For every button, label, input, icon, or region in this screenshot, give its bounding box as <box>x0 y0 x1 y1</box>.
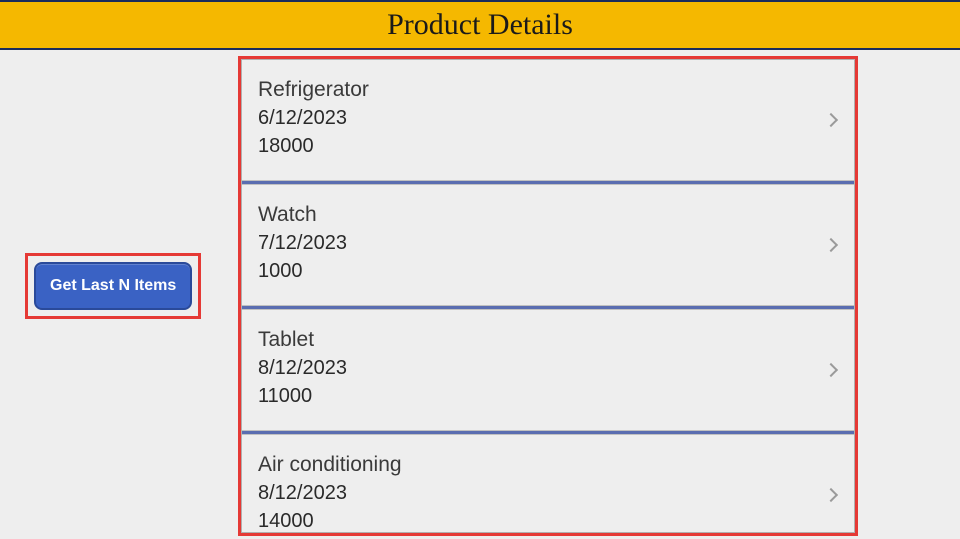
product-price: 11000 <box>258 382 838 410</box>
product-price: 18000 <box>258 132 838 160</box>
button-highlight-frame: Get Last N Items <box>25 253 201 319</box>
header: Product Details <box>0 0 960 50</box>
product-name: Air conditioning <box>258 451 838 478</box>
list-item[interactable]: Watch 7/12/2023 1000 <box>242 185 854 305</box>
product-list-highlight-frame: Refrigerator 6/12/2023 18000 Watch 7/12/… <box>238 56 858 536</box>
product-date: 8/12/2023 <box>258 479 838 507</box>
product-price: 14000 <box>258 507 838 535</box>
list-item[interactable]: Air conditioning 8/12/2023 14000 <box>242 435 854 536</box>
product-name: Tablet <box>258 326 838 353</box>
product-name: Refrigerator <box>258 76 838 103</box>
page-title: Product Details <box>387 8 573 42</box>
list-item[interactable]: Tablet 8/12/2023 11000 <box>242 310 854 430</box>
product-date: 8/12/2023 <box>258 354 838 382</box>
content-area: Get Last N Items Refrigerator 6/12/2023 … <box>0 50 960 539</box>
product-name: Watch <box>258 201 838 228</box>
product-price: 1000 <box>258 257 838 285</box>
list-item[interactable]: Refrigerator 6/12/2023 18000 <box>242 60 854 180</box>
product-date: 6/12/2023 <box>258 104 838 132</box>
product-date: 7/12/2023 <box>258 229 838 257</box>
product-list[interactable]: Refrigerator 6/12/2023 18000 Watch 7/12/… <box>241 59 855 533</box>
get-last-n-items-button[interactable]: Get Last N Items <box>34 262 192 310</box>
